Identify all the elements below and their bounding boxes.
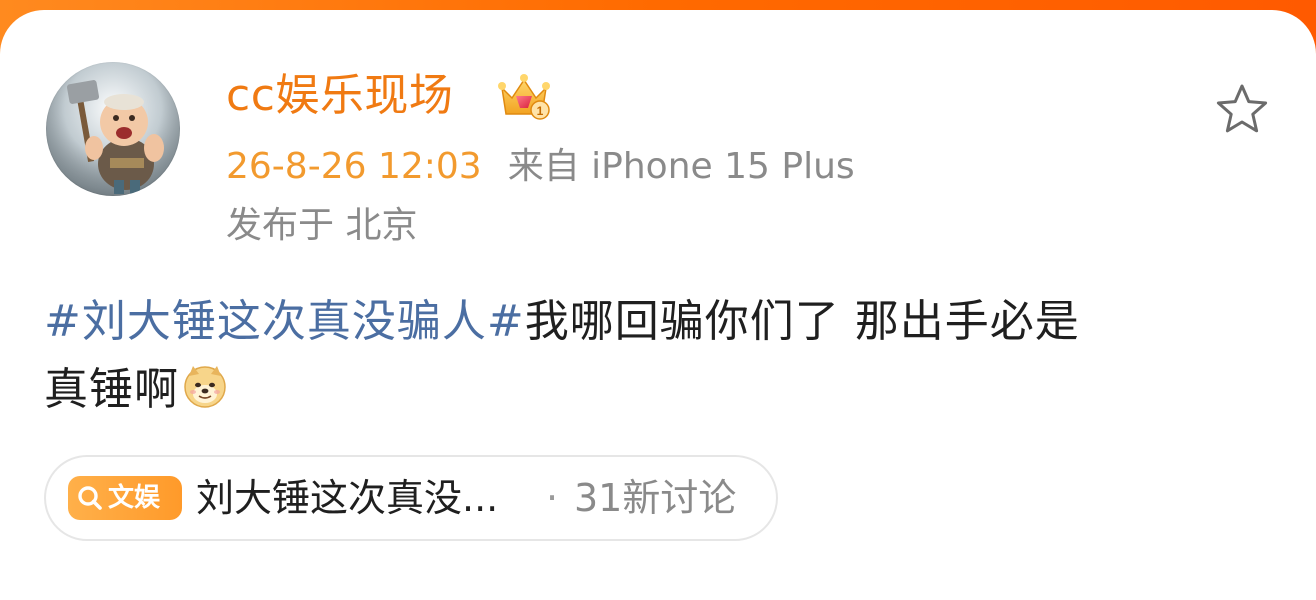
topic-title: 刘大锤这次真没... [196,476,499,520]
crown-vip-icon[interactable]: 1 [494,66,554,126]
weibo-post-card: cc娱乐现场 1 26-8-26 12:03 来自 iPhone 15 Plus… [0,10,1316,600]
post-meta: 26-8-26 12:03 来自 iPhone 15 Plus [226,143,855,191]
topic-badge-label: 文娱 [108,483,161,513]
post-time: 26-8-26 12:03 [226,146,482,187]
crown-level: 1 [537,104,544,118]
topic-discussion-count: 31新讨论 [574,476,737,520]
topic-link[interactable]: 文娱 刘大锤这次真没... · 31新讨论 [44,455,778,541]
post-text-line1: 我哪回骗你们了 那出手必是 [524,296,1080,347]
doge-emoji-icon [181,362,229,410]
post-hashtag[interactable]: #刘大锤这次真没骗人# [44,296,525,347]
post-location: 发布于 北京 [226,205,418,246]
avatar-image [46,62,180,196]
author-name[interactable]: cc娱乐现场 [226,68,453,124]
topic-badge: 文娱 [68,476,182,520]
post-content: #刘大锤这次真没骗人#我哪回骗你们了 那出手必是 真锤啊 [44,288,1274,424]
post-source: 来自 iPhone 15 Plus [507,146,855,187]
star-icon [1216,84,1268,133]
favorite-button[interactable] [1212,80,1272,140]
post-text-line2: 真锤啊 [44,364,179,415]
topic-separator: · [546,476,559,520]
search-icon [78,486,102,510]
author-avatar[interactable] [46,62,180,196]
